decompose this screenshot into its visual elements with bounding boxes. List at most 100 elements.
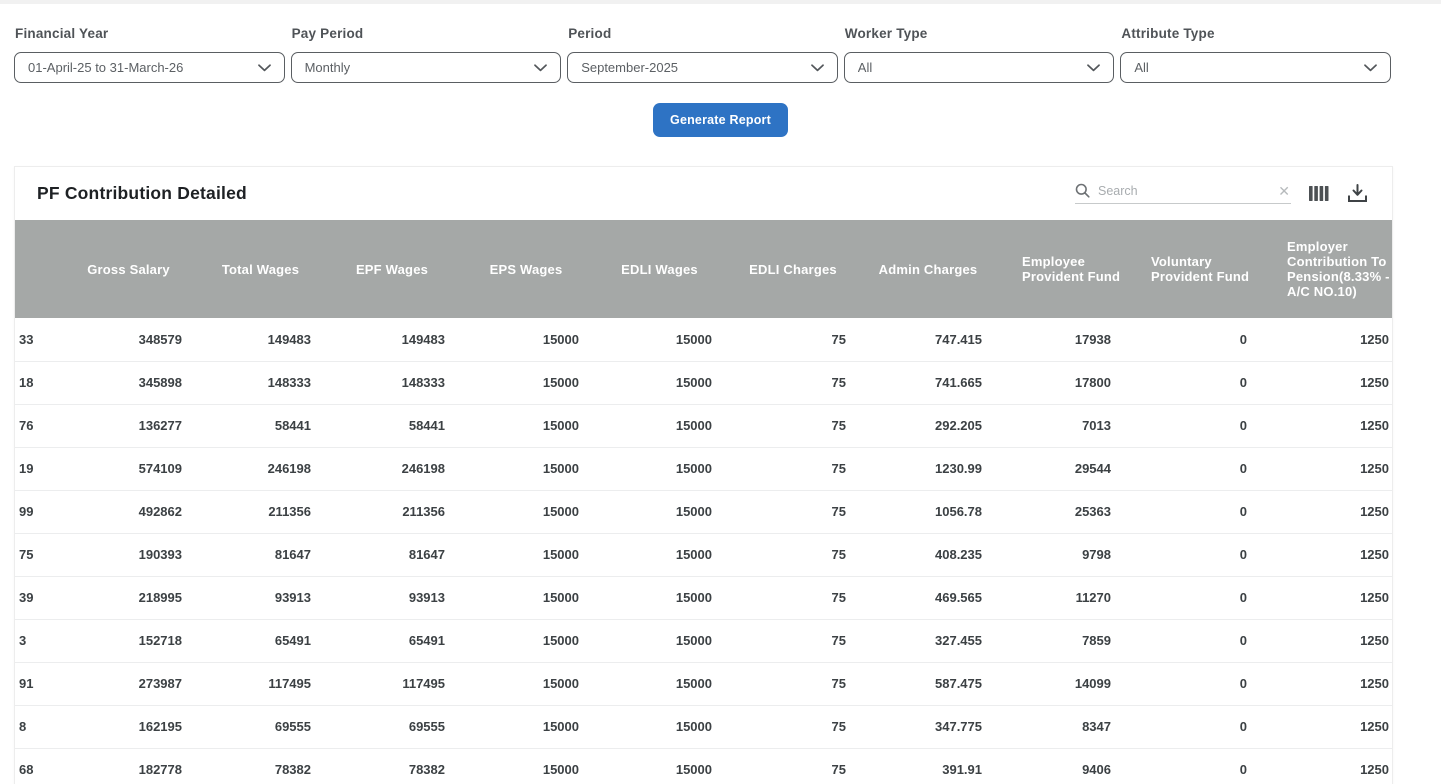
column-header[interactable]: Voluntary Provident Fund [1125, 220, 1261, 318]
row-clipped-cell: 99 [15, 490, 61, 533]
table-cell: 1250 [1261, 748, 1393, 784]
columns-icon[interactable] [1309, 185, 1329, 202]
column-header[interactable]: Gross Salary [61, 220, 196, 318]
table-cell: 152718 [61, 619, 196, 662]
table-cell: 15000 [593, 705, 726, 748]
selected-value: All [858, 60, 872, 75]
table-cell: 75 [726, 490, 860, 533]
column-header[interactable]: EPF Wages [325, 220, 459, 318]
table-cell: 11270 [996, 576, 1125, 619]
selected-value: 01-April-25 to 31-March-26 [28, 60, 183, 75]
table-cell: 348579 [61, 318, 196, 361]
chevron-down-icon [1364, 64, 1377, 72]
table-cell: 273987 [61, 662, 196, 705]
table-cell: 15000 [459, 705, 593, 748]
table-row: 33348579149483149483150001500075747.4151… [15, 318, 1393, 361]
table-cell: 15000 [593, 447, 726, 490]
table-cell: 1230.99 [860, 447, 996, 490]
filter-attribute-type: Attribute Type All [1120, 26, 1391, 83]
button-row: Generate Report [0, 103, 1441, 137]
table-cell: 15000 [593, 361, 726, 404]
filter-label: Financial Year [15, 26, 285, 41]
table-cell: 0 [1125, 404, 1261, 447]
table-row: 751903938164781647150001500075408.235979… [15, 533, 1393, 576]
table-cell: 0 [1125, 490, 1261, 533]
column-header[interactable]: Admin Charges [860, 220, 996, 318]
table-cell: 15000 [459, 318, 593, 361]
table-cell: 75 [726, 533, 860, 576]
table-cell: 1250 [1261, 404, 1393, 447]
table-cell: 347.775 [860, 705, 996, 748]
table-cell: 17938 [996, 318, 1125, 361]
table-cell: 75 [726, 576, 860, 619]
worker-type-select[interactable]: All [844, 52, 1115, 83]
table-cell: 327.455 [860, 619, 996, 662]
table-cell: 65491 [325, 619, 459, 662]
row-clipped-cell: 8 [15, 705, 61, 748]
column-header[interactable]: EPS Wages [459, 220, 593, 318]
search-input[interactable] [1098, 184, 1277, 198]
table-cell: 0 [1125, 447, 1261, 490]
row-clipped-cell: 19 [15, 447, 61, 490]
column-header[interactable]: Employee Provident Fund [996, 220, 1125, 318]
table-cell: 1250 [1261, 361, 1393, 404]
table-toolbar: ✕ [1075, 183, 1368, 204]
table-row: 761362775844158441150001500075292.205701… [15, 404, 1393, 447]
column-header[interactable]: Employer Contribution To Pension(8.33% -… [1261, 220, 1393, 318]
filter-label: Worker Type [845, 26, 1115, 41]
chevron-down-icon [258, 64, 271, 72]
table-cell: 469.565 [860, 576, 996, 619]
search-box: ✕ [1075, 183, 1291, 204]
table-cell: 15000 [593, 404, 726, 447]
column-header[interactable]: Total Wages [196, 220, 325, 318]
attribute-type-select[interactable]: All [1120, 52, 1391, 83]
period-select[interactable]: September-2025 [567, 52, 838, 83]
table-cell: 75 [726, 619, 860, 662]
column-header[interactable] [15, 220, 61, 318]
table-cell: 148333 [325, 361, 459, 404]
table-cell: 14099 [996, 662, 1125, 705]
column-header[interactable]: EDLI Charges [726, 220, 860, 318]
table-cell: 15000 [459, 447, 593, 490]
table-cell: 0 [1125, 318, 1261, 361]
table-cell: 9406 [996, 748, 1125, 784]
table-cell: 69555 [325, 705, 459, 748]
table-cell: 7859 [996, 619, 1125, 662]
table-cell: 15000 [459, 662, 593, 705]
table-row: 681827787838278382150001500075391.919406… [15, 748, 1393, 784]
report-card: PF Contribution Detailed ✕ Gross SalaryT… [14, 166, 1393, 784]
table-cell: 15000 [593, 619, 726, 662]
table-cell: 747.415 [860, 318, 996, 361]
table-cell: 15000 [593, 576, 726, 619]
row-clipped-cell: 75 [15, 533, 61, 576]
table-cell: 15000 [459, 404, 593, 447]
pay-period-select[interactable]: Monthly [291, 52, 562, 83]
generate-report-button[interactable]: Generate Report [653, 103, 788, 137]
table-cell: 162195 [61, 705, 196, 748]
financial-year-select[interactable]: 01-April-25 to 31-March-26 [14, 52, 285, 83]
table-cell: 15000 [459, 576, 593, 619]
table-cell: 246198 [325, 447, 459, 490]
download-icon[interactable] [1347, 184, 1368, 203]
table-cell: 65491 [196, 619, 325, 662]
table-cell: 117495 [325, 662, 459, 705]
table-cell: 75 [726, 662, 860, 705]
search-icon [1075, 183, 1090, 198]
table-row: 18345898148333148333150001500075741.6651… [15, 361, 1393, 404]
table-cell: 190393 [61, 533, 196, 576]
table-cell: 15000 [593, 662, 726, 705]
table-cell: 17800 [996, 361, 1125, 404]
table-cell: 25363 [996, 490, 1125, 533]
table-cell: 75 [726, 748, 860, 784]
filter-label: Attribute Type [1121, 26, 1391, 41]
column-header[interactable]: EDLI Wages [593, 220, 726, 318]
clear-search-icon[interactable]: ✕ [1277, 184, 1291, 198]
chevron-down-icon [811, 64, 824, 72]
table-cell: 93913 [196, 576, 325, 619]
table-cell: 149483 [325, 318, 459, 361]
table-cell: 0 [1125, 619, 1261, 662]
table-cell: 0 [1125, 361, 1261, 404]
table-cell: 58441 [325, 404, 459, 447]
table-cell: 75 [726, 361, 860, 404]
table-cell: 574109 [61, 447, 196, 490]
